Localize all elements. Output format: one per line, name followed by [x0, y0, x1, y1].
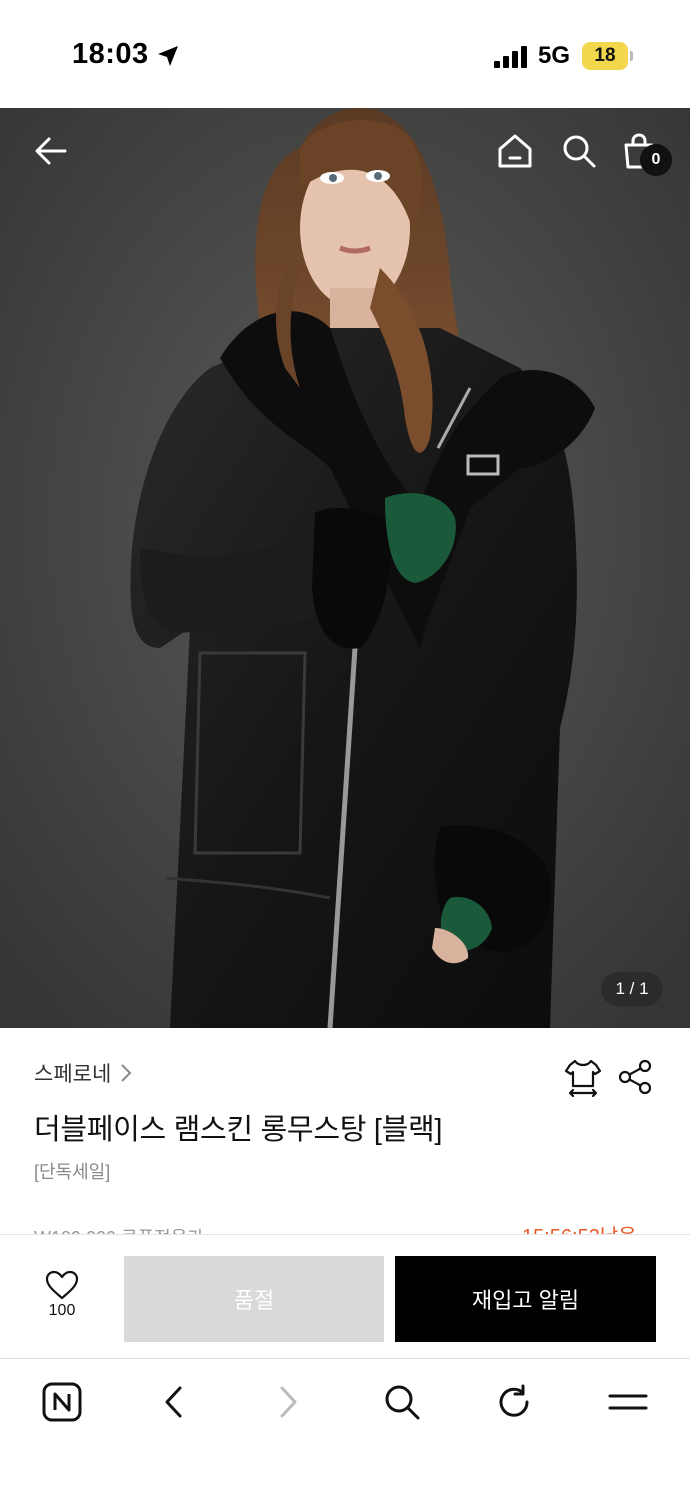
signal-icon: [494, 46, 527, 68]
naver-home-button[interactable]: [38, 1378, 86, 1426]
naver-n-icon: [42, 1382, 82, 1422]
chevron-left-icon: [165, 1386, 182, 1418]
browser-back-button[interactable]: [150, 1378, 198, 1426]
product-tag: [단독세일]: [34, 1162, 111, 1182]
browser-forward-button[interactable]: [264, 1378, 312, 1426]
battery-icon: 18: [582, 42, 628, 70]
image-page-indicator: 1 / 1: [601, 972, 663, 1006]
location-arrow-icon: [158, 46, 178, 66]
home-button[interactable]: [490, 126, 540, 176]
browser-refresh-button[interactable]: [490, 1378, 538, 1426]
soldout-button[interactable]: 품절: [124, 1256, 384, 1342]
status-time: 18:03: [72, 38, 149, 70]
search-button[interactable]: [554, 126, 604, 176]
sale-timer-partial: 15:56:53남음: [522, 1220, 637, 1234]
refresh-icon: [499, 1384, 529, 1417]
hamburger-menu-icon: [608, 1394, 648, 1410]
search-icon: [385, 1385, 420, 1420]
search-icon: [563, 135, 596, 168]
cart-count-badge: 0: [640, 144, 672, 176]
battery-tip: [630, 51, 633, 61]
network-type: 5G: [538, 42, 571, 69]
price-text-partial: ₩189,000 쿠폰적용가: [34, 1224, 204, 1234]
chevron-right-icon: [121, 1064, 132, 1082]
product-image-carousel[interactable]: 0 1 / 1: [0, 108, 690, 1028]
browser-toolbar: [0, 1358, 690, 1500]
like-count: 100: [48, 1302, 76, 1319]
heart-icon: [45, 1270, 79, 1300]
like-button[interactable]: 100: [30, 1270, 94, 1330]
status-bar: 18:03 5G 18: [0, 0, 690, 108]
share-icon[interactable]: [616, 1058, 654, 1096]
arrow-left-icon: [35, 137, 67, 165]
size-guide-icon[interactable]: [562, 1056, 604, 1098]
product-photo: [0, 108, 690, 1028]
chevron-right-icon: [280, 1386, 297, 1418]
browser-search-button[interactable]: [378, 1378, 426, 1426]
back-button[interactable]: [26, 126, 76, 176]
brand-link[interactable]: 스페로네: [34, 1058, 133, 1088]
home-icon: [498, 134, 532, 168]
product-title: 더블페이스 램스킨 롱무스탕 [블랙]: [34, 1114, 443, 1146]
brand-name: 스페로네: [34, 1063, 112, 1086]
restock-alert-button[interactable]: 재입고 알림: [395, 1256, 656, 1342]
browser-menu-button[interactable]: [604, 1378, 652, 1426]
